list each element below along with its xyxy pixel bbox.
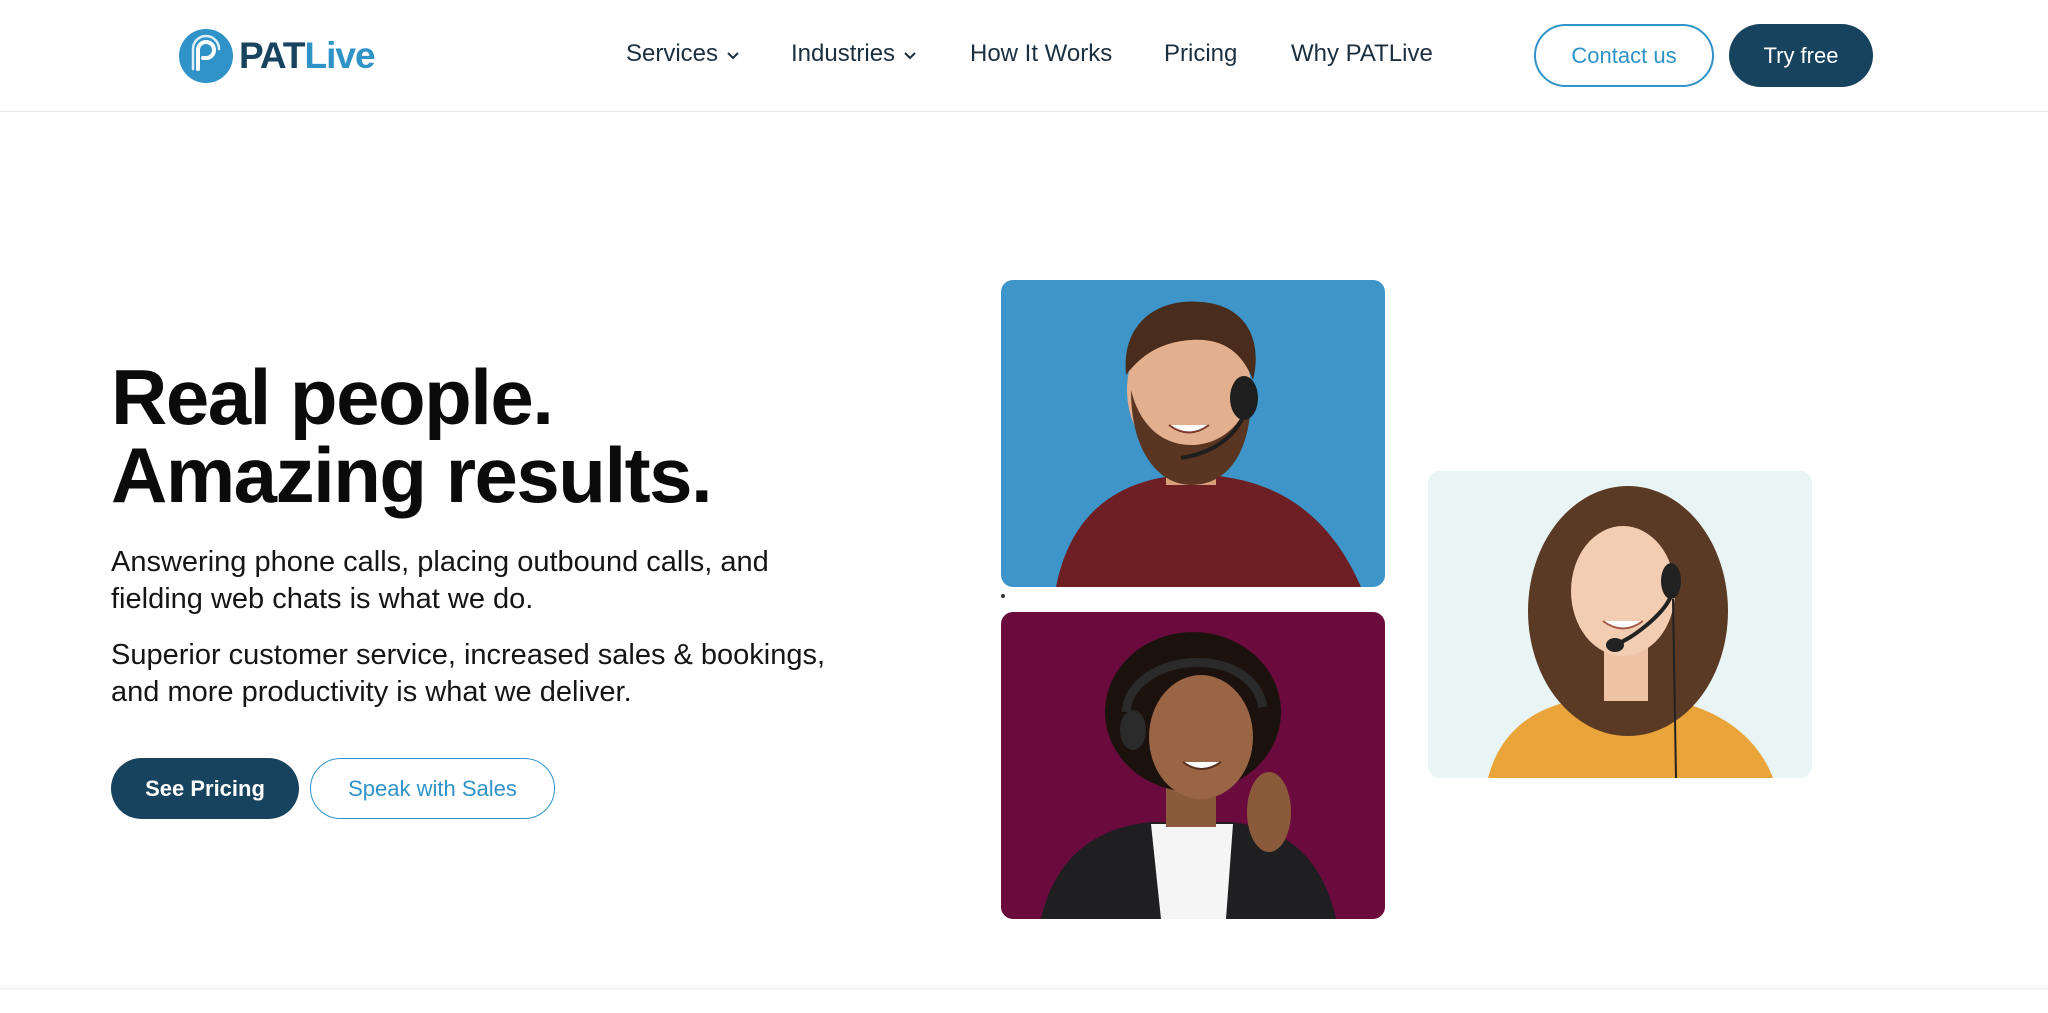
hero-title: Real people. Amazing results. — [111, 358, 871, 514]
nav-why-patlive-label: Why PATLive — [1291, 40, 1433, 67]
speak-with-sales-button[interactable]: Speak with Sales — [310, 758, 555, 819]
nav-how-it-works[interactable]: How It Works — [970, 34, 1112, 74]
agent-photo-woman-2 — [1001, 612, 1385, 919]
nav-how-it-works-label: How It Works — [970, 40, 1113, 67]
hero-title-line1: Real people. — [111, 353, 554, 441]
nav-pricing-label: Pricing — [1164, 40, 1238, 67]
logo-text-live: Live — [304, 35, 376, 76]
nav-industries[interactable]: Industries — [791, 34, 917, 74]
nav-services-label: Services — [626, 40, 719, 67]
agent-photo-man — [1001, 280, 1385, 587]
nav-pricing[interactable]: Pricing — [1164, 34, 1237, 74]
chevron-down-icon — [903, 34, 917, 74]
page: PATLive Services Industries How It Works… — [0, 0, 2048, 1013]
nav-industries-label: Industries — [791, 40, 896, 67]
nav-why-patlive[interactable]: Why PATLive — [1291, 34, 1433, 74]
hero-paragraph-2: Superior customer service, increased sal… — [111, 639, 826, 708]
patlive-logo-icon — [179, 29, 233, 83]
site-header: PATLive Services Industries How It Works… — [0, 0, 2048, 112]
agent-photo-woman-1 — [1428, 471, 1812, 778]
patlive-logo[interactable]: PATLive — [179, 29, 376, 83]
decorative-dot — [1001, 594, 1005, 598]
hero-paragraph-1: Answering phone calls, placing outbound … — [111, 546, 769, 615]
try-free-button[interactable]: Try free — [1729, 24, 1873, 87]
hero-title-line2: Amazing results. — [111, 431, 713, 519]
nav-services[interactable]: Services — [626, 34, 740, 74]
page-bottom-edge — [0, 990, 2048, 1013]
logo-wordmark: PATLive — [239, 29, 376, 83]
see-pricing-button[interactable]: See Pricing — [111, 758, 299, 819]
contact-us-button[interactable]: Contact us — [1534, 24, 1714, 87]
logo-text-pat: PAT — [239, 35, 306, 76]
chevron-down-icon — [726, 34, 740, 74]
